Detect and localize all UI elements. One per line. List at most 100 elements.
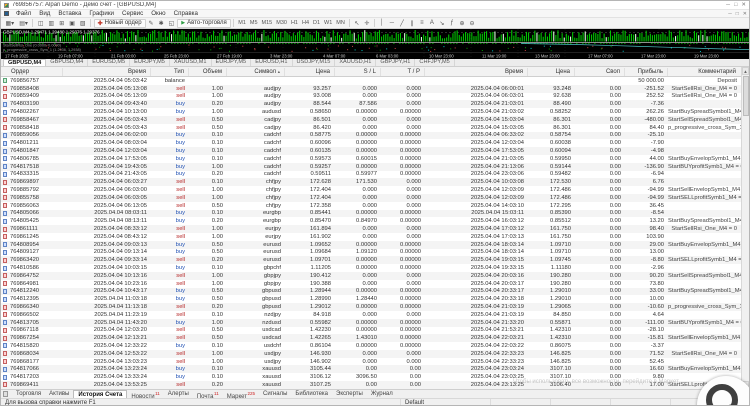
chart-tab-0[interactable]: GBPUSD,M4 xyxy=(3,59,47,66)
trendline-icon[interactable]: ╱ xyxy=(397,19,406,28)
chart-area[interactable]: GBPUSD,M4 1.29471 1.29480 1.29376 1.2937… xyxy=(1,29,749,59)
tab-Библиотека[interactable]: Библиотека xyxy=(291,390,332,398)
table-row[interactable]: 764805425 2025.04.04 08:13:11 buy 0.20 eurgb… xyxy=(1,217,749,225)
menu-item-Графики[interactable]: Графики xyxy=(85,10,118,17)
fullscreen-icon[interactable]: ◱ xyxy=(167,19,177,28)
arrow-object-icon[interactable]: ↘ xyxy=(437,19,446,28)
zoom-in-icon[interactable]: ⊕ xyxy=(457,19,466,28)
column-header-1[interactable]: Время xyxy=(63,67,151,76)
table-row[interactable]: 769858418 2025.04.04 05:03:43 sell 0.50 cadj… xyxy=(1,124,749,132)
mdi-restore-button[interactable]: □ xyxy=(736,11,739,17)
table-row[interactable]: 769858467 2025.04.04 05:03:43 sell 0.50 cadj… xyxy=(1,115,749,124)
data-window-icon[interactable]: ▥ xyxy=(47,19,57,28)
column-header-6[interactable]: S / L xyxy=(335,67,381,76)
chart-tab-1[interactable]: GBPUSD,M4 xyxy=(46,59,89,66)
column-header-7[interactable]: T / P xyxy=(381,67,425,76)
tab-Сигналы[interactable]: Сигналы xyxy=(259,390,291,398)
menu-item-Файл[interactable]: Файл xyxy=(12,10,35,17)
table-row[interactable]: 769859056 2025.04.04 06:02:00 buy 0.10 cadch… xyxy=(1,131,749,140)
restore-button[interactable]: □ xyxy=(734,2,737,8)
close-button[interactable]: ✕ xyxy=(741,2,746,8)
metaeditor-icon[interactable]: ✎ xyxy=(147,19,156,28)
table-row[interactable]: 764803190 2025.04.04 09:43:40 buy 0.20 audjp… xyxy=(1,100,749,109)
table-row[interactable]: 769885792 2025.04.04 06:03:00 sell 1.00 chfj… xyxy=(1,186,749,194)
table-row[interactable]: 769858408 2025.04.04 05:13:08 sell 1.00 audj… xyxy=(1,84,749,93)
chart-tab-6[interactable]: EURUSD,H1 xyxy=(251,59,293,66)
scrollbar-thumb[interactable] xyxy=(742,76,749,116)
timeframe-M30[interactable]: M30 xyxy=(274,19,289,28)
chart-tab-10[interactable]: CHFJPY,M5 xyxy=(415,59,455,66)
tab-Маркет[interactable]: Маркет225 xyxy=(223,390,259,400)
table-row[interactable]: 769869897 2025.04.04 06:03:27 sell 0.10 chfj… xyxy=(1,178,749,187)
column-header-4[interactable]: Символ ▴ xyxy=(227,67,285,76)
timeframe-M5[interactable]: M5 xyxy=(248,19,260,28)
column-header-5[interactable]: Цена xyxy=(285,67,335,76)
table-row[interactable]: 769861111 2025.04.04 08:33:12 sell 1.00 eurj… xyxy=(1,225,749,233)
minimize-button[interactable]: ─ xyxy=(726,2,730,8)
table-row[interactable]: 764812240 2025.04.04 10:43:17 buy 0.50 gbpus… xyxy=(1,287,749,296)
new-order-button[interactable]: ✚ Новый ордер xyxy=(93,18,146,28)
table-row[interactable]: 764809127 2025.04.04 09:13:14 buy 0.50 eurus… xyxy=(1,249,749,257)
tab-Журнал[interactable]: Журнал xyxy=(367,390,397,398)
channel-icon[interactable]: ∥ xyxy=(407,19,416,28)
table-row[interactable]: 769855758 2025.04.04 06:03:05 sell 1.00 chfj… xyxy=(1,193,749,202)
table-row[interactable]: 769864981 2025.04.04 10:23:16 sell 1.00 gbpj… xyxy=(1,280,749,288)
table-row[interactable]: 769859409 2025.04.04 05:13:09 sell 1.00 audj… xyxy=(1,93,749,101)
mdi-minimize-button[interactable]: ─ xyxy=(728,11,732,17)
tab-Торговля[interactable]: Торговля xyxy=(12,390,45,398)
menu-item-Сервис[interactable]: Сервис xyxy=(118,10,147,17)
crosshair-icon[interactable]: ✛ xyxy=(362,19,371,28)
timeframe-M15[interactable]: M15 xyxy=(260,19,275,28)
column-header-12[interactable]: Комментарий xyxy=(668,67,749,76)
table-row[interactable]: 764813705 2025.04.04 11:43:20 buy 1.00 nzdus… xyxy=(1,318,749,327)
column-header-2[interactable]: Тип xyxy=(151,67,189,76)
chart-tab-5[interactable]: EURJPY,M5 xyxy=(212,59,252,66)
terminal-icon[interactable]: ▣ xyxy=(67,19,77,28)
table-row[interactable]: 764812395 2025.04.04 11:03:18 buy 0.50 gbpus… xyxy=(1,295,749,303)
menu-item-Вставка[interactable]: Вставка xyxy=(54,10,85,17)
timeframe-H1[interactable]: H1 xyxy=(289,19,300,28)
strategy-tester-icon[interactable]: ▧ xyxy=(78,19,88,28)
scroll-up-arrow-icon[interactable]: ▲ xyxy=(742,67,749,75)
table-row[interactable]: 769864752 2025.04.04 10:13:16 sell 1.00 gbpj… xyxy=(1,271,749,280)
table-row[interactable]: 764805066 2025.04.04 08:03:11 buy 0.10 eurgb… xyxy=(1,209,749,218)
table-row[interactable]: 769863420 2025.04.04 09:33:14 sell 0.20 euru… xyxy=(1,256,749,265)
tab-История Счета[interactable]: История Счета xyxy=(73,390,128,398)
cursor-icon[interactable]: ↖ xyxy=(352,19,361,28)
table-row[interactable]: 769856757 2025.04.04 05:03:42 balance 50 00… xyxy=(1,77,749,85)
table-row[interactable]: 769868034 2025.04.04 12:53:22 sell 1.00 usdj… xyxy=(1,349,749,358)
table-row[interactable]: 764802267 2025.04.04 10:13:00 buy 1.00 audus… xyxy=(1,108,749,116)
table-row[interactable]: 764801847 2025.04.04 12:03:04 buy 0.10 cadch… xyxy=(1,147,749,155)
timeframe-W1[interactable]: W1 xyxy=(322,19,334,28)
table-row[interactable]: 764815820 2025.04.04 12:33:22 buy 0.10 usdch… xyxy=(1,342,749,350)
status-profile[interactable]: Default xyxy=(401,399,491,405)
vertical-line-icon[interactable]: │ xyxy=(377,19,386,28)
timeframe-D1[interactable]: D1 xyxy=(311,19,322,28)
table-row[interactable]: 764817518 2025.04.04 19:43:05 buy 1.00 cadch… xyxy=(1,162,749,171)
timeframe-MN[interactable]: MN xyxy=(334,19,347,28)
table-row[interactable]: 769861245 2025.04.04 08:43:12 sell 1.00 eurj… xyxy=(1,233,749,241)
menu-item-Справка[interactable]: Справка xyxy=(170,10,202,17)
zoom-out-icon[interactable]: ⊖ xyxy=(467,19,476,28)
fibonacci-icon[interactable]: ≡ xyxy=(417,19,426,28)
chart-tab-4[interactable]: XAUUSD,M1 xyxy=(170,59,212,66)
text-label-icon[interactable]: A xyxy=(427,19,436,28)
column-header-11[interactable]: Прибыль xyxy=(625,67,668,76)
tab-Эксперты[interactable]: Эксперты xyxy=(332,390,367,398)
table-row[interactable]: 764801211 2025.04.04 08:03:04 buy 0.10 cadch… xyxy=(1,139,749,147)
menu-item-Вид[interactable]: Вид xyxy=(35,10,54,17)
tab-Активы[interactable]: Активы xyxy=(45,390,73,398)
tab-Почта[interactable]: Почта11 xyxy=(193,390,223,400)
tab-Алерты[interactable]: Алерты xyxy=(164,390,193,398)
table-row[interactable]: 764817066 2025.04.04 13:23:24 buy 0.10 xauus… xyxy=(1,365,749,374)
mdi-close-button[interactable]: ✕ xyxy=(743,11,747,17)
table-row[interactable]: 764806785 2025.04.04 17:53:05 buy 0.10 cadch… xyxy=(1,155,749,163)
table-row[interactable]: 764808954 2025.04.04 09:03:13 buy 0.50 eurus… xyxy=(1,240,749,249)
column-header-9[interactable]: Цена xyxy=(528,67,575,76)
column-header-8[interactable]: Время xyxy=(425,67,528,76)
table-row[interactable]: 769867254 2025.04.04 12:13:21 sell 0.50 usdc… xyxy=(1,334,749,343)
timeframe-M1[interactable]: M1 xyxy=(236,19,248,28)
menu-item-Окно[interactable]: Окно xyxy=(147,10,169,17)
autotrading-button[interactable]: ▶ Авто-торговля xyxy=(177,18,231,28)
table-row[interactable]: 769867118 2025.04.04 12:03:20 sell 0.50 usdc… xyxy=(1,327,749,335)
